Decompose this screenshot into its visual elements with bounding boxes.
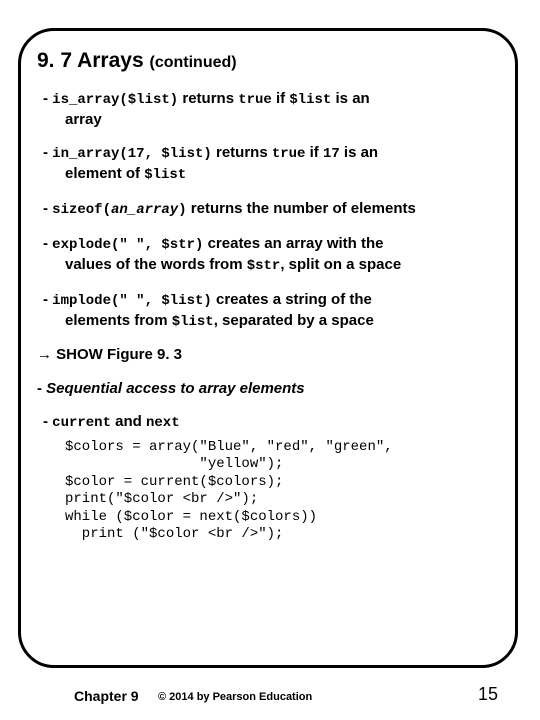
dash: - xyxy=(43,413,52,430)
bullet-sizeof: - sizeof(an_array) returns the number of… xyxy=(37,199,501,220)
text: returns the number of elements xyxy=(187,200,416,217)
dash: - xyxy=(43,200,52,217)
bullet-in-array: - in_array(17, $list) returns true if 17… xyxy=(37,143,501,185)
show-figure: → SHOW Figure 9. 3 xyxy=(37,345,501,364)
code-list: $list xyxy=(172,314,214,330)
text: values of the words from xyxy=(65,256,247,273)
title-number: 9. 7 xyxy=(37,49,72,72)
title-continued: (continued) xyxy=(150,54,237,71)
text: returns xyxy=(178,90,238,107)
dash: - xyxy=(43,90,52,107)
page-number: 15 xyxy=(478,684,498,705)
line2: values of the words from $str, split on … xyxy=(43,255,501,276)
text: Sequential access to array elements xyxy=(46,380,304,397)
text: , split on a space xyxy=(280,256,401,273)
dash: - xyxy=(37,380,46,397)
bullet-explode: - explode(" ", $str) creates an array wi… xyxy=(37,234,501,276)
text: element of xyxy=(65,165,144,182)
code-true: true xyxy=(238,92,272,108)
footer: Chapter 9 © 2014 by Pearson Education 15 xyxy=(0,684,540,712)
code-implode: implode(" ", $list) xyxy=(52,293,212,309)
text: elements from xyxy=(65,312,172,329)
bullet-implode: - implode(" ", $list) creates a string o… xyxy=(37,290,501,332)
text: and xyxy=(111,413,146,430)
text: , separated by a space xyxy=(214,312,374,329)
text: creates a string of the xyxy=(212,291,372,308)
bullet-is-array: - is_array($list) returns true if $list … xyxy=(37,89,501,129)
slide-title: 9. 7 Arrays (continued) xyxy=(37,49,501,73)
text: returns xyxy=(212,144,272,161)
code-true: true xyxy=(272,146,306,162)
text: array xyxy=(43,110,501,129)
code-str: $str xyxy=(247,258,281,274)
bullet-sequential: - Sequential access to array elements xyxy=(37,379,501,398)
footer-copyright: © 2014 by Pearson Education xyxy=(158,691,312,703)
text: if xyxy=(272,90,290,107)
footer-chapter: Chapter 9 xyxy=(74,688,139,704)
bullet-current-next: - current and next xyxy=(37,412,501,433)
title-text: Arrays xyxy=(77,49,144,72)
code-is-array: is_array($list) xyxy=(52,92,178,108)
code-current: current xyxy=(52,415,111,431)
text: if xyxy=(305,144,323,161)
dash: - xyxy=(43,235,52,252)
code-close: ) xyxy=(178,202,186,218)
code-sizeof: sizeof( xyxy=(52,202,111,218)
line2: elements from $list, separated by a spac… xyxy=(43,311,501,332)
line2: element of $list xyxy=(43,164,501,185)
code-next: next xyxy=(146,415,180,431)
code-block: $colors = array("Blue", "red", "green", … xyxy=(65,439,501,544)
dash: - xyxy=(43,291,52,308)
text: is an xyxy=(331,90,369,107)
text: SHOW Figure 9. 3 xyxy=(52,346,182,363)
code-17: 17 xyxy=(323,146,340,162)
arrow-icon: → xyxy=(37,346,52,363)
code-an-array: an_array xyxy=(111,202,178,218)
code-list: $list xyxy=(289,92,331,108)
code-explode: explode(" ", $str) xyxy=(52,237,203,253)
code-in-array: in_array(17, $list) xyxy=(52,146,212,162)
text: creates an array with the xyxy=(203,235,383,252)
code-list: $list xyxy=(144,167,186,183)
text: is an xyxy=(340,144,378,161)
dash: - xyxy=(43,144,52,161)
slide-frame: 9. 7 Arrays (continued) - is_array($list… xyxy=(18,28,518,668)
